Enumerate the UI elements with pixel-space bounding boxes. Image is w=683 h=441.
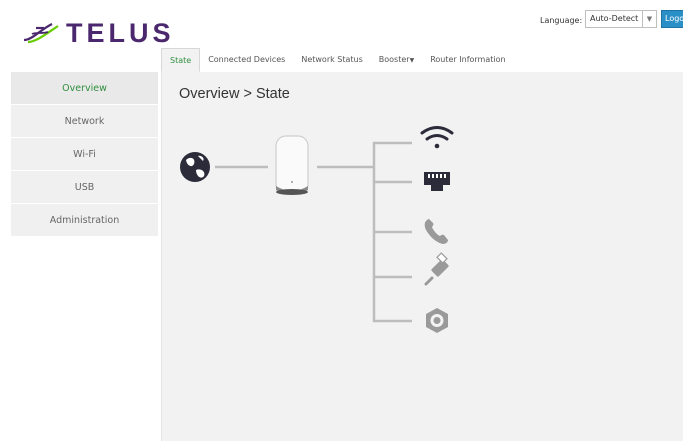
tab-router-information[interactable]: Router Information	[422, 48, 513, 72]
tab-booster[interactable]: Booster▼	[371, 48, 422, 72]
sidebar-item-network[interactable]: Network	[11, 105, 158, 138]
sidebar: Overview Network Wi-Fi USB Administratio…	[11, 72, 158, 237]
language-select[interactable]: Auto-Detect ▼	[585, 10, 657, 28]
main-panel: Overview > State	[161, 72, 683, 441]
usb-icon	[424, 252, 449, 286]
language-selected-value: Auto-Detect	[590, 14, 639, 23]
sidebar-item-wifi[interactable]: Wi-Fi	[11, 138, 158, 171]
tab-label: Booster	[378, 55, 410, 64]
sidebar-item-overview[interactable]: Overview	[11, 72, 158, 105]
sidebar-item-administration[interactable]: Administration	[11, 204, 158, 237]
ethernet-icon	[424, 172, 450, 191]
tab-state[interactable]: State	[161, 48, 201, 72]
tab-connected-devices[interactable]: Connected Devices	[200, 48, 293, 72]
network-state-diagram	[180, 126, 454, 333]
sidebar-item-usb[interactable]: USB	[11, 171, 158, 204]
telus-logo: TELUS	[22, 18, 175, 48]
router-device-icon	[275, 135, 309, 195]
globe-icon	[180, 152, 210, 182]
tab-label: State	[170, 56, 192, 65]
logout-button[interactable]: Logout	[661, 10, 683, 28]
connection-lines	[215, 141, 412, 323]
caret-down-icon: ▼	[409, 57, 415, 64]
tab-label: Router Information	[430, 55, 506, 64]
language-label: Language:	[540, 16, 583, 25]
tab-label: Connected Devices	[208, 55, 286, 64]
telus-swoosh-icon	[23, 23, 59, 44]
chevron-down-icon: ▼	[642, 11, 656, 27]
top-tabs: State Connected Devices Network Status B…	[161, 48, 514, 72]
wifi-icon	[420, 126, 454, 149]
tab-label: Network Status	[301, 55, 363, 64]
brand-name: TELUS	[66, 18, 175, 48]
tab-network-status[interactable]: Network Status	[293, 48, 370, 72]
coax-icon	[426, 308, 448, 333]
phone-icon	[424, 219, 448, 244]
